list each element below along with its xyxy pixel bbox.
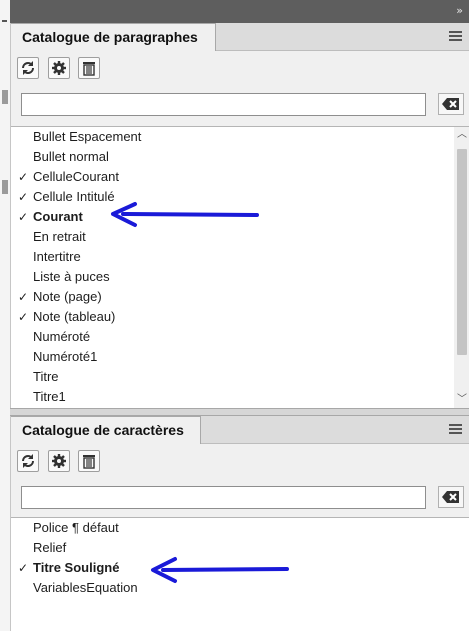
panel-splitter[interactable]	[10, 408, 469, 416]
edge-bar	[2, 180, 8, 194]
list-item-label: Titre Souligné	[33, 560, 120, 575]
edge-mark	[2, 20, 7, 22]
list-item[interactable]: ✓ Courant	[11, 207, 469, 227]
paragraph-list-scrollbar[interactable]: ︿ ﹀	[454, 127, 469, 408]
list-item[interactable]: En retrait	[11, 227, 469, 247]
refresh-icon[interactable]	[17, 450, 39, 472]
list-item-label: Cellule Intitulé	[33, 189, 115, 204]
list-item[interactable]: Titre1	[11, 387, 469, 407]
list-item-label: Numéroté	[33, 329, 91, 344]
gear-icon[interactable]	[47, 57, 70, 79]
list-item[interactable]: Bullet Espacement	[11, 127, 469, 147]
list-item-label: Liste à puces	[33, 269, 110, 284]
character-toolbar	[17, 450, 105, 474]
list-item-label: VariablesEquation	[33, 580, 138, 595]
character-styles-tab[interactable]: Catalogue de caractères	[11, 416, 201, 444]
list-item-label: Intertitre	[33, 249, 81, 264]
paragraph-search-input[interactable]	[21, 93, 426, 116]
checkmark-icon: ✓	[18, 190, 29, 204]
checkmark-icon: ✓	[18, 170, 29, 184]
paragraph-toolbar	[17, 57, 105, 81]
list-item-label: Numéroté1	[33, 349, 98, 364]
character-search-input[interactable]	[21, 486, 426, 509]
list-item[interactable]: ✓ Cellule Intitulé	[11, 187, 469, 207]
list-item[interactable]: ✓ Note (page)	[11, 287, 469, 307]
character-styles-panel: Catalogue de caractères Police ¶ défaut R…	[10, 416, 469, 631]
list-item-label: Bullet Espacement	[33, 129, 142, 144]
list-item[interactable]: Liste à puces	[11, 267, 469, 287]
clear-input-icon[interactable]	[438, 93, 464, 115]
scroll-down-icon[interactable]: ﹀	[454, 392, 469, 408]
list-item-label: Note (tableau)	[33, 309, 116, 324]
list-item[interactable]: Titre	[11, 367, 469, 387]
list-item-label: Police ¶ défaut	[33, 520, 119, 535]
list-item[interactable]: Relief	[11, 538, 469, 558]
list-item[interactable]: VariablesEquation	[11, 578, 469, 598]
list-item[interactable]: ✓ Note (tableau)	[11, 307, 469, 327]
checkmark-icon: ✓	[18, 561, 29, 575]
refresh-icon[interactable]	[17, 57, 39, 79]
list-item-label: Titre1	[33, 389, 66, 404]
gear-icon[interactable]	[47, 450, 70, 472]
character-styles-list: Police ¶ défaut Relief ✓ Titre Souligné Vari…	[11, 517, 469, 631]
panel-tab-strip	[216, 23, 469, 51]
list-item-label: Titre	[33, 369, 59, 384]
list-item[interactable]: Numéroté1	[11, 347, 469, 367]
checkmark-icon: ✓	[18, 310, 29, 324]
scroll-thumb[interactable]	[457, 149, 467, 355]
edge-bar	[2, 90, 8, 104]
list-item[interactable]: Numéroté	[11, 327, 469, 347]
delete-unused-icon[interactable]	[78, 57, 101, 79]
scroll-up-icon[interactable]: ︿	[454, 127, 469, 143]
list-item-label: CelluleCourant	[33, 169, 119, 184]
list-item-label: Courant	[33, 209, 83, 224]
list-item-label: En retrait	[33, 229, 86, 244]
hamburger-menu-icon[interactable]	[449, 424, 462, 434]
list-item[interactable]: ✓ CelluleCourant	[11, 167, 469, 187]
list-item-label: Note (page)	[33, 289, 102, 304]
checkmark-icon: ✓	[18, 290, 29, 304]
list-item[interactable]: Police ¶ défaut	[11, 518, 469, 538]
hamburger-menu-icon[interactable]	[449, 31, 462, 41]
paragraph-styles-list: Bullet Espacement Bullet normal ✓ CelluleCo…	[11, 126, 469, 408]
delete-unused-icon[interactable]	[78, 450, 101, 472]
paragraph-styles-panel: Catalogue de paragraphes Bullet Espaceme…	[10, 23, 469, 408]
list-item-label: Relief	[33, 540, 67, 555]
list-item[interactable]: Bullet normal	[11, 147, 469, 167]
clear-input-icon[interactable]	[438, 486, 464, 508]
list-item-label: Bullet normal	[33, 149, 109, 164]
paragraph-styles-tab[interactable]: Catalogue de paragraphes	[11, 23, 216, 51]
panel-dock-header: »	[10, 0, 469, 23]
panel-tab-strip	[201, 416, 469, 444]
double-chevron-right-icon[interactable]: »	[456, 4, 463, 17]
list-item[interactable]: ✓ Titre Souligné	[11, 558, 469, 578]
checkmark-icon: ✓	[18, 210, 29, 224]
list-item[interactable]: Intertitre	[11, 247, 469, 267]
